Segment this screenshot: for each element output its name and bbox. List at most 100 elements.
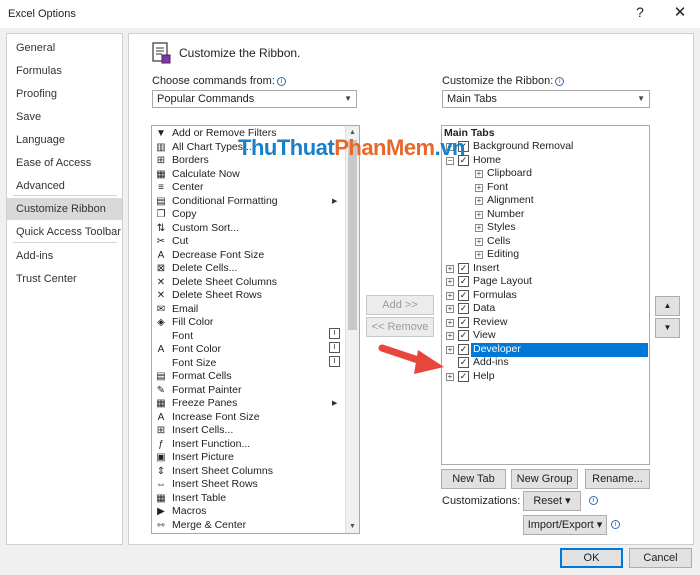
command-item[interactable]: Font Size bbox=[152, 357, 332, 371]
command-item[interactable]: ▣ Insert Picture bbox=[152, 451, 332, 465]
new-group-button[interactable]: New Group bbox=[511, 469, 578, 489]
nav-item-save[interactable]: Save bbox=[7, 106, 122, 128]
tree-item[interactable]: + Clipboard bbox=[442, 167, 647, 181]
expand-icon[interactable]: + bbox=[446, 291, 454, 300]
rename-button[interactable]: Rename... bbox=[585, 469, 650, 489]
import-export-button[interactable]: Import/Export ▾ bbox=[523, 515, 607, 535]
command-item[interactable]: ▦ Freeze Panes ▶ bbox=[152, 397, 337, 411]
tree-item[interactable]: + ✓ Help bbox=[442, 370, 647, 384]
tree-item[interactable]: + Styles bbox=[442, 221, 647, 235]
nav-item-general[interactable]: General bbox=[7, 37, 122, 59]
remove-button[interactable]: << Remove bbox=[366, 317, 434, 337]
nav-item-ease-of-access[interactable]: Ease of Access bbox=[7, 152, 122, 174]
command-item[interactable]: ✂ Cut bbox=[152, 235, 332, 249]
checkbox[interactable]: ✓ bbox=[458, 357, 469, 368]
command-item[interactable]: A Font Color bbox=[152, 343, 332, 357]
command-item[interactable]: ≡ Center bbox=[152, 181, 332, 195]
expand-icon[interactable]: + bbox=[446, 332, 454, 340]
checkbox[interactable]: ✓ bbox=[458, 316, 469, 328]
command-item[interactable]: ƒ Insert Function... bbox=[152, 438, 332, 452]
checkbox[interactable]: ✓ bbox=[458, 370, 469, 382]
tree-item[interactable]: + ✓ Page Layout bbox=[442, 275, 647, 289]
command-item[interactable]: ⇕ Insert Sheet Columns bbox=[152, 465, 332, 479]
command-item[interactable]: ⊠ Delete Cells... bbox=[152, 262, 332, 276]
nav-item-quick-access-toolbar[interactable]: Quick Access Toolbar bbox=[7, 221, 122, 243]
command-item[interactable]: A Decrease Font Size bbox=[152, 249, 332, 263]
tree-item[interactable]: + ✓ Review bbox=[442, 316, 647, 330]
expand-icon[interactable]: + bbox=[446, 264, 454, 273]
command-item[interactable]: ✎ Format Painter bbox=[152, 384, 332, 398]
cancel-button[interactable]: Cancel bbox=[629, 548, 692, 568]
tree-item[interactable]: + Cells bbox=[442, 235, 647, 249]
tree-item[interactable]: + Number bbox=[442, 208, 647, 222]
command-item[interactable]: ⊞ Insert Cells... bbox=[152, 424, 332, 438]
help-button[interactable]: ? bbox=[630, 4, 650, 24]
close-button[interactable]: ✕ bbox=[670, 3, 690, 23]
tree-item[interactable]: + ✓ Background Removal bbox=[442, 140, 647, 154]
command-item[interactable]: ▤ Format Cells bbox=[152, 370, 332, 384]
expand-icon[interactable]: + bbox=[475, 170, 483, 178]
expand-icon[interactable]: + bbox=[446, 278, 454, 286]
expand-icon[interactable]: + bbox=[475, 224, 483, 232]
command-item[interactable]: ▶ Macros bbox=[152, 505, 332, 519]
command-item[interactable]: Font bbox=[152, 330, 332, 344]
tree-item[interactable]: + ✓ Insert bbox=[442, 262, 647, 276]
scroll-down-icon[interactable]: ▼ bbox=[346, 520, 359, 533]
command-item[interactable]: ⇅ Custom Sort... bbox=[152, 222, 332, 236]
tree-item[interactable]: ✓ Add-ins bbox=[442, 356, 647, 370]
command-item[interactable]: ▤ Conditional Formatting ▶ bbox=[152, 195, 337, 209]
expand-icon[interactable]: + bbox=[475, 183, 483, 192]
scroll-thumb[interactable] bbox=[348, 140, 357, 330]
tree-item[interactable]: + ✓ Data bbox=[442, 302, 647, 316]
commands-list[interactable]: ▼ Add or Remove Filters ▥ All Chart Types..… bbox=[151, 125, 360, 534]
nav-item-customize-ribbon[interactable]: Customize Ribbon bbox=[7, 198, 122, 220]
command-item[interactable]: ◈ Fill Color bbox=[152, 316, 332, 330]
command-item[interactable]: ⇿ Merge & Center bbox=[152, 519, 332, 533]
nav-item-proofing[interactable]: Proofing bbox=[7, 83, 122, 105]
tree-item[interactable]: + Alignment bbox=[442, 194, 647, 208]
expand-icon[interactable]: + bbox=[446, 305, 454, 313]
nav-item-language[interactable]: Language bbox=[7, 129, 122, 151]
tree-item[interactable]: − ✓ Home bbox=[442, 154, 647, 168]
nav-item-formulas[interactable]: Formulas bbox=[7, 60, 122, 82]
checkbox[interactable]: ✓ bbox=[458, 303, 469, 314]
tree-item[interactable]: + Editing bbox=[442, 248, 647, 262]
checkbox[interactable]: ✓ bbox=[458, 276, 469, 287]
checkbox[interactable]: ✓ bbox=[458, 289, 469, 301]
customize-ribbon-dropdown[interactable]: Main Tabs ▼ bbox=[442, 90, 650, 108]
command-item[interactable]: ✕ Delete Sheet Columns bbox=[152, 276, 332, 290]
commands-scrollbar[interactable]: ▲ ▼ bbox=[345, 126, 359, 533]
new-tab-button[interactable]: New Tab bbox=[441, 469, 506, 489]
command-label: Calculate Now bbox=[172, 167, 240, 180]
nav-item-trust-center[interactable]: Trust Center bbox=[7, 268, 122, 290]
choose-commands-dropdown[interactable]: Popular Commands ▼ bbox=[152, 90, 357, 108]
tree-item[interactable]: + Font bbox=[442, 181, 647, 195]
ribbon-tabs-tree[interactable]: Main Tabs + ✓ Background Removal − ✓ Home + Cli… bbox=[441, 125, 650, 465]
command-item[interactable]: ❐ Copy bbox=[152, 208, 332, 222]
command-label: Insert Picture bbox=[172, 451, 234, 463]
command-item[interactable]: ▦ Calculate Now bbox=[152, 168, 332, 182]
tree-item[interactable]: + ✓ Formulas bbox=[442, 289, 647, 303]
tree-item[interactable]: + ✓ View bbox=[442, 329, 647, 343]
checkbox[interactable]: ✓ bbox=[458, 343, 469, 355]
checkbox[interactable]: ✓ bbox=[458, 262, 469, 274]
expand-icon[interactable]: + bbox=[446, 318, 454, 327]
ok-button[interactable]: OK bbox=[560, 548, 623, 568]
command-item[interactable]: ▦ Insert Table bbox=[152, 492, 332, 506]
expand-icon[interactable]: + bbox=[475, 251, 483, 259]
nav-item-advanced[interactable]: Advanced bbox=[7, 175, 122, 197]
command-item[interactable]: ✕ Delete Sheet Rows bbox=[152, 289, 332, 303]
move-up-button[interactable]: ▲ bbox=[655, 296, 680, 316]
reset-button[interactable]: Reset ▾ bbox=[523, 491, 581, 511]
expand-icon[interactable]: + bbox=[475, 197, 483, 205]
add-button[interactable]: Add >> bbox=[366, 295, 434, 315]
tree-item[interactable]: + ✓ Developer bbox=[442, 342, 648, 357]
command-item[interactable]: A Increase Font Size bbox=[152, 411, 332, 425]
checkbox[interactable]: ✓ bbox=[458, 330, 469, 341]
command-item[interactable]: ✉ Email bbox=[152, 303, 332, 317]
move-down-button[interactable]: ▼ bbox=[655, 318, 680, 338]
expand-icon[interactable]: + bbox=[475, 237, 483, 246]
command-item[interactable]: ⇔ Insert Sheet Rows bbox=[152, 478, 332, 492]
nav-item-add-ins[interactable]: Add-ins bbox=[7, 245, 122, 267]
expand-icon[interactable]: + bbox=[475, 210, 483, 219]
